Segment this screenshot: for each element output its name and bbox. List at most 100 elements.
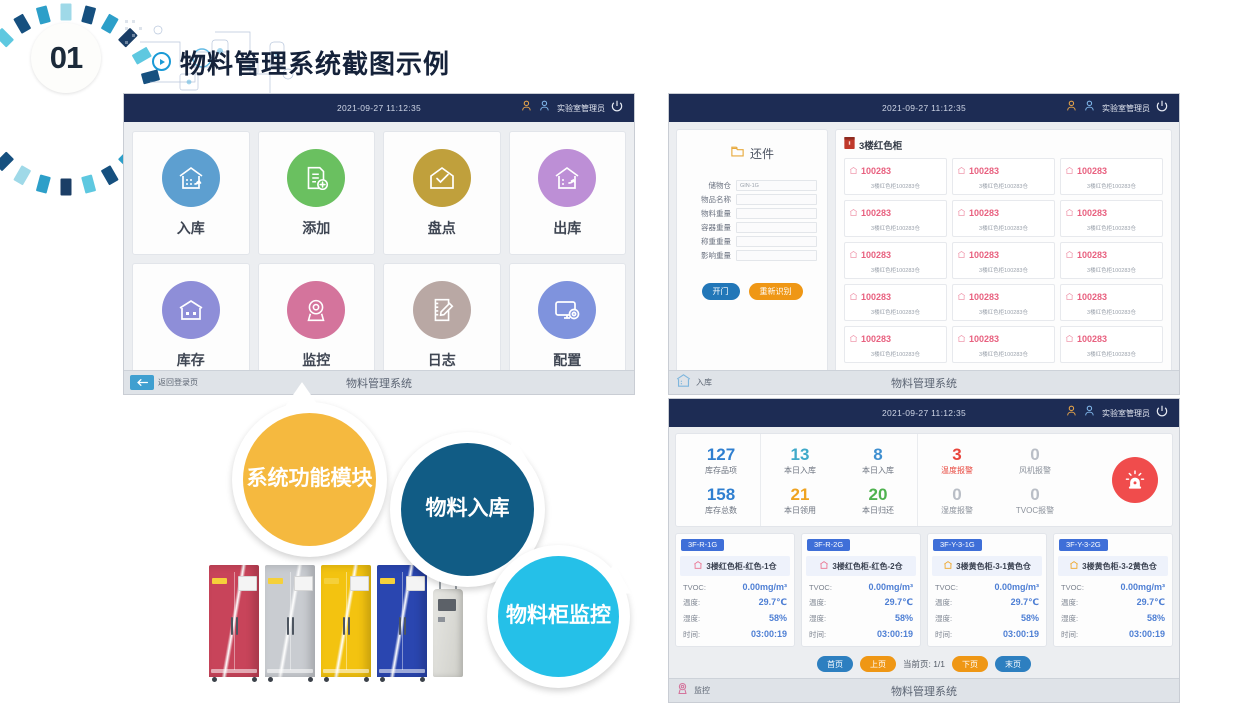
- prev-page-button[interactable]: 上页: [859, 656, 896, 672]
- field-input[interactable]: [736, 208, 817, 219]
- slot-card[interactable]: 100283 3楼红色柜100283仓: [952, 200, 1055, 237]
- cabinet-handle: [398, 616, 401, 635]
- cabinet-caster: [267, 677, 273, 682]
- slot-subtitle: 3楼红色柜100283仓: [979, 268, 1028, 274]
- metric-key: 湿度:: [809, 614, 827, 623]
- warehouse-out-icon: [538, 148, 597, 207]
- slot-card[interactable]: 100283 3楼红色柜100283仓: [1060, 242, 1163, 279]
- cabinet-door-split: [346, 571, 347, 671]
- slot-card[interactable]: 100283 3楼红色柜100283仓: [952, 326, 1055, 363]
- field-input[interactable]: [736, 222, 817, 233]
- slot-card[interactable]: 100283 3楼红色柜100283仓: [1060, 284, 1163, 321]
- ring-segment: [35, 174, 51, 194]
- slot-subtitle: 3楼红色柜100283仓: [871, 268, 920, 274]
- stat-value: 21: [790, 485, 810, 504]
- warehouse-in-icon: [675, 372, 692, 394]
- cabinet-name-label: 3楼红色柜-红色-1仓: [706, 561, 777, 571]
- metric-row: 温度: 29.7℃: [683, 597, 787, 608]
- monitor-card[interactable]: 3F-Y-3-2G 3楼黄色柜-3-2黄色仓 TVOC: 0.00mg/m³ 温度: 29…: [1053, 533, 1173, 647]
- monitor-card[interactable]: 3F-R-1G 3楼红色柜-红色-1仓 TVOC: 0.00mg/m³ 温度: 29.7℃…: [675, 533, 795, 647]
- field-input[interactable]: [736, 236, 817, 247]
- inbound-screenshot-panel: 2021-09-27 11:12:35 实验室管理员 还件 储物仓 GIN-1G…: [668, 93, 1180, 395]
- system-title: 物料管理系统: [891, 685, 957, 698]
- field-label: 称重重量: [701, 237, 731, 246]
- slot-card[interactable]: 100283 3楼红色柜100283仓: [952, 158, 1055, 195]
- home-slot-icon: [957, 204, 966, 222]
- cabinet-caster: [379, 677, 385, 682]
- slot-card[interactable]: 100283 3楼红色柜100283仓: [1060, 200, 1163, 237]
- slot-card[interactable]: 100283 3楼红色柜100283仓: [844, 284, 947, 321]
- stat-group-alarms: 3 温度报警 0 湿度报警 0 风机报警 0 TVOC报警: [918, 434, 1074, 526]
- user-name-label: 实验室管理员: [557, 103, 605, 113]
- cabinet-caster: [251, 677, 257, 682]
- user-name-label: 实验室管理员: [1102, 103, 1150, 113]
- arrow-left-icon[interactable]: [130, 375, 154, 390]
- slot-code: 100283: [1077, 334, 1108, 344]
- metric-row: TVOC: 0.00mg/m³: [809, 582, 913, 592]
- power-icon[interactable]: [1155, 99, 1169, 118]
- next-page-button[interactable]: 下页: [952, 656, 989, 672]
- inventory-check-icon: [412, 148, 471, 207]
- cabinet-handle: [286, 616, 289, 635]
- power-icon[interactable]: [610, 99, 624, 118]
- field-input[interactable]: [736, 194, 817, 205]
- field-label: 影响重量: [701, 251, 731, 260]
- open-door-button[interactable]: 开门: [701, 283, 740, 300]
- cabinet-info-plate: [349, 576, 369, 592]
- footer-page-label: 监控: [694, 686, 710, 695]
- slot-card[interactable]: 100283 3楼红色柜100283仓: [952, 284, 1055, 321]
- slot-card[interactable]: 100283 3楼红色柜100283仓: [1060, 326, 1163, 363]
- tile-settings[interactable]: 配置: [508, 263, 626, 387]
- stat-label: 本日归还: [862, 506, 894, 516]
- field-label: 物料重量: [701, 209, 731, 218]
- statistics-bar: 127 库存品项 158 库存总数 13 本日入库 21 本日领用 8 本日入库 20 本日归还 …: [675, 433, 1173, 527]
- power-icon[interactable]: [1155, 404, 1169, 423]
- slot-card[interactable]: 100283 3楼红色柜100283仓: [844, 158, 947, 195]
- storage-cabinet: [265, 565, 315, 682]
- last-page-button[interactable]: 末页: [995, 656, 1032, 672]
- back-to-login-label[interactable]: 返回登录页: [158, 377, 198, 388]
- slot-card[interactable]: 100283 3楼红色柜100283仓: [844, 242, 947, 279]
- field-input[interactable]: [736, 250, 817, 261]
- slot-code: 100283: [969, 208, 1000, 218]
- tile-stock[interactable]: 库存: [132, 263, 250, 387]
- metric-value: 29.7℃: [1136, 597, 1165, 607]
- user-icon[interactable]: [1066, 404, 1079, 422]
- first-page-button[interactable]: 首页: [816, 656, 853, 672]
- tile-log[interactable]: 日志: [383, 263, 501, 387]
- stat-cell: 8 本日入库: [839, 440, 917, 480]
- slot-card[interactable]: 100283 3楼红色柜100283仓: [844, 326, 947, 363]
- tile-monitor[interactable]: 监控: [257, 263, 375, 387]
- tile-out-warehouse[interactable]: 出库: [508, 131, 626, 255]
- metric-key: TVOC:: [683, 583, 706, 592]
- tile-in-warehouse[interactable]: 入库: [132, 131, 250, 255]
- tile-label: 入库: [176, 219, 205, 236]
- user-icon[interactable]: [521, 99, 534, 117]
- home-slot-icon: [957, 246, 966, 264]
- user-switch-icon[interactable]: [1084, 404, 1097, 422]
- monitor-card[interactable]: 3F-R-2G 3楼红色柜-红色-2仓 TVOC: 0.00mg/m³ 温度: 29.7℃…: [801, 533, 921, 647]
- monitor-card[interactable]: 3F-Y-3-1G 3楼黄色柜-3-1黄色仓 TVOC: 0.00mg/m³ 温度: 29…: [927, 533, 1047, 647]
- slot-grid: 100283 3楼红色柜100283仓 100283 3楼红色柜100283仓 1002…: [844, 158, 1163, 363]
- home-slot-icon: [957, 288, 966, 306]
- slot-subtitle: 3楼红色柜100283仓: [979, 310, 1028, 316]
- user-icon[interactable]: [1066, 99, 1079, 117]
- storage-cabinet: [209, 565, 259, 682]
- tile-add[interactable]: 添加: [257, 131, 375, 255]
- tile-inventory-check[interactable]: 盘点: [383, 131, 501, 255]
- stat-value: 0: [1030, 444, 1040, 464]
- stat-value: 8: [873, 444, 883, 464]
- slot-card[interactable]: 100283 3楼红色柜100283仓: [1060, 158, 1163, 195]
- user-switch-icon[interactable]: [1084, 99, 1097, 117]
- cabinet-base-strip: [267, 669, 313, 673]
- slot-card[interactable]: 100283 3楼红色柜100283仓: [952, 242, 1055, 279]
- field-input[interactable]: GIN-1G: [736, 180, 817, 191]
- camera-icon: [287, 280, 346, 339]
- metric-row: 湿度: 58%: [683, 613, 787, 624]
- siren-alarm-icon[interactable]: [1112, 457, 1158, 503]
- user-switch-icon[interactable]: [539, 99, 552, 117]
- metric-key: TVOC:: [1061, 583, 1084, 592]
- stat-cell: 0 湿度报警: [918, 480, 996, 520]
- slot-card[interactable]: 100283 3楼红色柜100283仓: [844, 200, 947, 237]
- rescan-button[interactable]: 重新识别: [748, 283, 803, 300]
